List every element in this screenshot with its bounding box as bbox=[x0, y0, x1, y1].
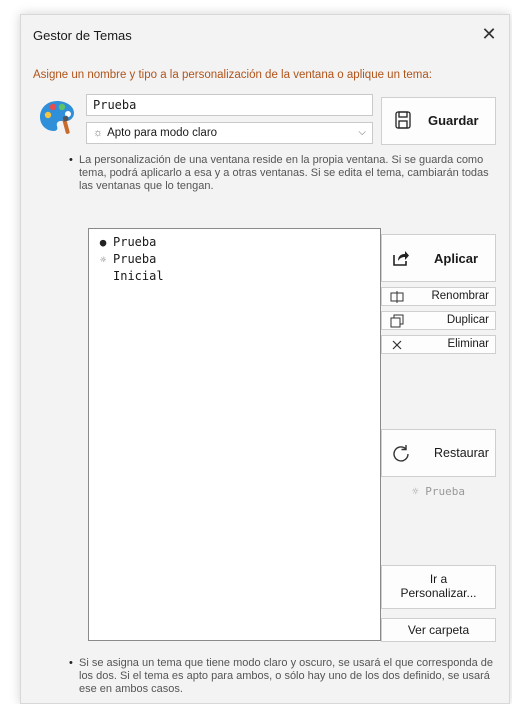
sun-icon: ☼ bbox=[93, 127, 104, 139]
instruction-text: Asigne un nombre y tipo a la personaliza… bbox=[33, 69, 432, 81]
palette-icon bbox=[40, 101, 74, 134]
close-icon[interactable]: ✕ bbox=[477, 23, 501, 47]
go-to-customize-label-line2: Personalizar... bbox=[400, 586, 477, 600]
window-title: Gestor de Temas bbox=[33, 28, 132, 43]
rename-icon bbox=[390, 291, 404, 303]
list-item[interactable]: Inicial bbox=[93, 268, 376, 285]
theme-list[interactable]: ● Prueba ☼ Prueba Inicial bbox=[88, 228, 381, 641]
restore-icon bbox=[393, 445, 409, 462]
dark-mode-icon: ● bbox=[99, 236, 107, 249]
save-icon bbox=[395, 111, 411, 129]
bullet-icon: • bbox=[69, 154, 73, 166]
theme-name-input[interactable]: Prueba bbox=[86, 94, 373, 116]
duplicate-icon bbox=[390, 314, 404, 328]
share-arrow-icon bbox=[393, 251, 409, 266]
note-bottom: • Si se asigna un tema que tiene modo cl… bbox=[69, 657, 499, 696]
duplicate-button[interactable]: Duplicar bbox=[381, 311, 496, 330]
theme-manager-dialog: Gestor de Temas ✕ Asigne un nombre y tip… bbox=[20, 14, 510, 704]
mode-select[interactable]: ☼ Apto para modo claro ⌵ bbox=[86, 122, 373, 144]
apply-button[interactable]: Aplicar bbox=[381, 234, 496, 282]
restore-button-label: Restaurar bbox=[434, 446, 489, 460]
go-to-customize-button[interactable]: Ir a Personalizar... bbox=[381, 565, 496, 609]
restore-button[interactable]: Restaurar bbox=[381, 429, 496, 477]
apply-button-label: Aplicar bbox=[434, 251, 479, 266]
note-bottom-text: Si se asigna un tema que tiene modo clar… bbox=[79, 657, 493, 695]
delete-button-label: Eliminar bbox=[447, 338, 489, 350]
list-item[interactable]: ☼ Prueba bbox=[93, 251, 376, 268]
chevron-down-icon: ⌵ bbox=[358, 127, 366, 138]
duplicate-button-label: Duplicar bbox=[446, 314, 489, 326]
save-button-label: Guardar bbox=[428, 113, 479, 128]
save-button[interactable]: Guardar bbox=[381, 97, 496, 145]
note-top: • La personalización de una ventana resi… bbox=[69, 154, 499, 193]
note-top-text: La personalización de una ventana reside… bbox=[79, 154, 489, 192]
list-item-label: Inicial bbox=[113, 269, 164, 283]
bullet-icon: • bbox=[69, 657, 73, 669]
mode-select-value: Apto para modo claro bbox=[107, 127, 218, 139]
view-folder-button[interactable]: Ver carpeta bbox=[381, 618, 496, 642]
rename-button-label: Renombrar bbox=[431, 290, 489, 302]
delete-icon bbox=[392, 340, 402, 350]
sun-icon: ☼ bbox=[99, 255, 107, 266]
go-to-customize-label-line1: Ir a bbox=[429, 572, 448, 586]
restore-hint: ☼ Prueba bbox=[412, 485, 465, 498]
delete-button[interactable]: Eliminar bbox=[381, 335, 496, 354]
title-bar: Gestor de Temas ✕ bbox=[21, 15, 509, 53]
list-item[interactable]: ● Prueba bbox=[93, 234, 376, 251]
list-item-label: Prueba bbox=[113, 235, 157, 249]
rename-button[interactable]: Renombrar bbox=[381, 287, 496, 306]
list-item-label: Prueba bbox=[113, 252, 157, 266]
